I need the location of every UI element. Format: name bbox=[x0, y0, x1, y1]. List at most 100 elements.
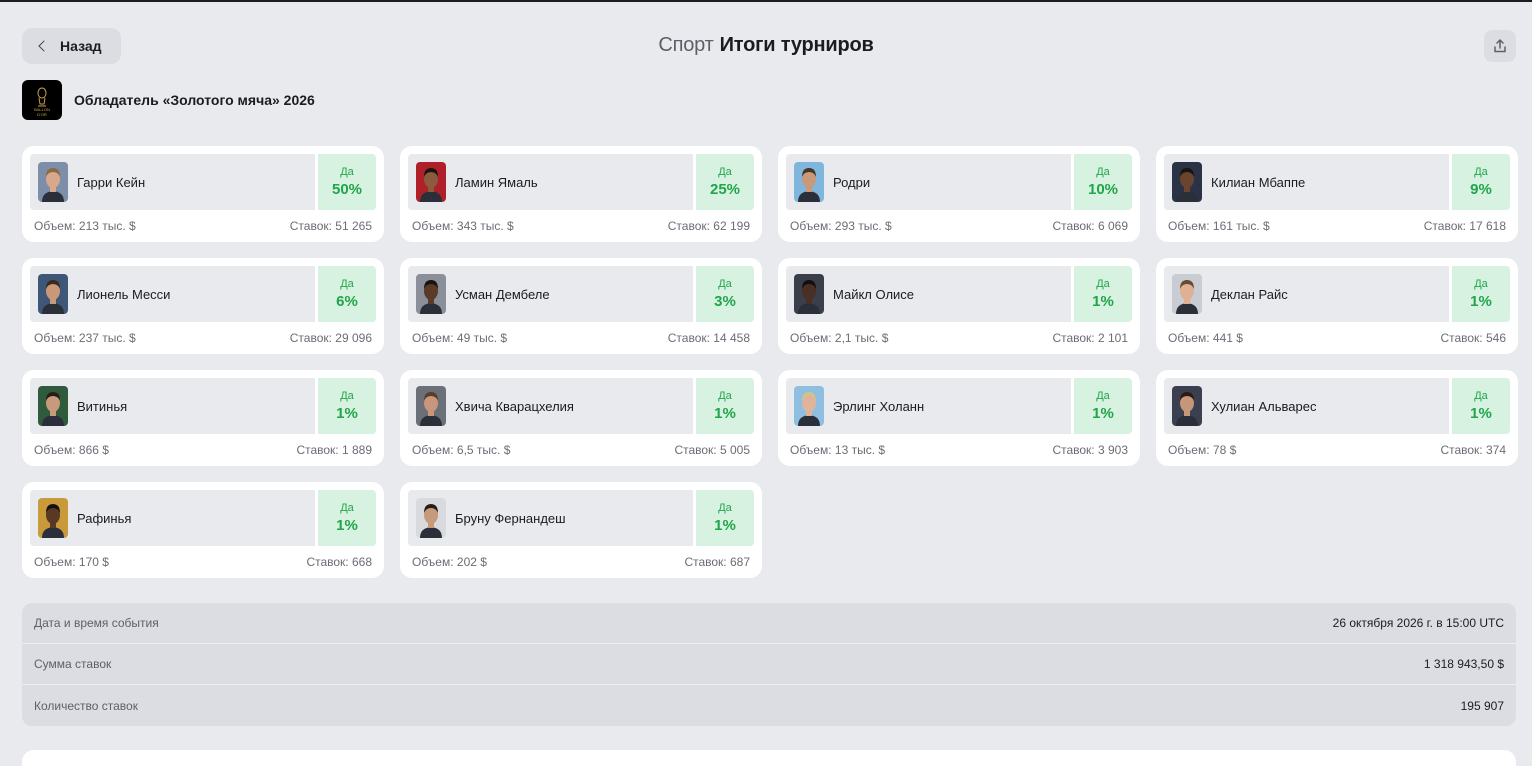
yes-label: Да bbox=[1096, 166, 1110, 178]
volume-text: Объем: 343 тыс. $ bbox=[412, 219, 514, 233]
yes-label: Да bbox=[718, 502, 732, 514]
bets-count-text: Ставок: 546 bbox=[1440, 331, 1506, 345]
share-button[interactable] bbox=[1484, 30, 1516, 62]
info-value: 195 907 bbox=[1460, 698, 1504, 713]
player-name: Килиан Мбаппе bbox=[1211, 174, 1306, 190]
ballon-dor-logo: BALLON D'OR bbox=[34, 87, 50, 117]
event-logo: BALLON D'OR bbox=[22, 80, 62, 120]
bets-count-text: Ставок: 29 096 bbox=[289, 331, 372, 345]
player-button[interactable]: Усман Дембеле bbox=[408, 266, 693, 322]
player-photo-icon bbox=[416, 162, 446, 202]
player-avatar bbox=[38, 274, 68, 314]
yes-probability: 25% bbox=[709, 181, 741, 198]
bets-count-text: Ставок: 687 bbox=[684, 555, 750, 569]
yes-button[interactable]: Да 1% bbox=[696, 490, 754, 546]
player-name: Деклан Райс bbox=[1211, 286, 1288, 302]
bets-count-text: Ставок: 2 101 bbox=[1052, 331, 1128, 345]
yes-button[interactable]: Да 1% bbox=[1074, 378, 1132, 434]
player-button[interactable]: Витинья bbox=[30, 378, 315, 434]
yes-probability: 1% bbox=[714, 405, 736, 422]
yes-label: Да bbox=[340, 278, 354, 290]
yes-button[interactable]: Да 1% bbox=[318, 378, 376, 434]
player-button[interactable]: Эрлинг Холанн bbox=[786, 378, 1071, 434]
volume-text: Объем: 866 $ bbox=[34, 443, 109, 457]
outcome-card: Хвича Кварацхелия Да 1% Объем: 6,5 тыс. … bbox=[400, 370, 762, 466]
outcome-stats: Объем: 78 $ Ставок: 374 bbox=[1164, 443, 1510, 457]
outcome-row: Хвича Кварацхелия Да 1% bbox=[408, 378, 754, 434]
yes-probability: 1% bbox=[336, 517, 358, 534]
outcome-card: Ламин Ямаль Да 25% Объем: 343 тыс. $ Ста… bbox=[400, 146, 762, 242]
yes-button[interactable]: Да 9% bbox=[1452, 154, 1510, 210]
yes-label: Да bbox=[718, 166, 732, 178]
yes-button[interactable]: Да 25% bbox=[696, 154, 754, 210]
yes-button[interactable]: Да 1% bbox=[1074, 266, 1132, 322]
yes-button[interactable]: Да 3% bbox=[696, 266, 754, 322]
page-category: Спорт bbox=[658, 34, 714, 56]
yes-button[interactable]: Да 6% bbox=[318, 266, 376, 322]
player-photo-icon bbox=[38, 274, 68, 314]
outcome-card: Витинья Да 1% Объем: 866 $ Ставок: 1 889 bbox=[22, 370, 384, 466]
player-avatar bbox=[794, 162, 824, 202]
bottom-panel bbox=[22, 750, 1516, 766]
info-value: 26 октября 2026 г. в 15:00 UTC bbox=[1332, 616, 1504, 630]
yes-button[interactable]: Да 10% bbox=[1074, 154, 1132, 210]
player-name: Бруну Фернандеш bbox=[455, 510, 566, 526]
yes-button[interactable]: Да 1% bbox=[696, 378, 754, 434]
outcome-card: Усман Дембеле Да 3% Объем: 49 тыс. $ Ста… bbox=[400, 258, 762, 354]
yes-label: Да bbox=[718, 390, 732, 402]
player-button[interactable]: Лионель Месси bbox=[30, 266, 315, 322]
outcomes-grid: Гарри Кейн Да 50% Объем: 213 тыс. $ Став… bbox=[22, 146, 1518, 578]
outcome-card: Деклан Райс Да 1% Объем: 441 $ Ставок: 5… bbox=[1156, 258, 1518, 354]
player-button[interactable]: Ламин Ямаль bbox=[408, 154, 693, 210]
bets-count-text: Ставок: 668 bbox=[306, 555, 372, 569]
player-avatar bbox=[416, 274, 446, 314]
share-icon bbox=[1494, 39, 1506, 53]
volume-text: Объем: 213 тыс. $ bbox=[34, 219, 136, 233]
player-avatar bbox=[416, 162, 446, 202]
player-name: Ламин Ямаль bbox=[455, 174, 538, 190]
bets-count-text: Ставок: 62 199 bbox=[667, 219, 750, 233]
player-button[interactable]: Майкл Олисе bbox=[786, 266, 1071, 322]
outcome-stats: Объем: 293 тыс. $ Ставок: 6 069 bbox=[786, 219, 1132, 233]
yes-probability: 10% bbox=[1087, 181, 1119, 198]
player-name: Лионель Месси bbox=[77, 286, 171, 302]
player-button[interactable]: Хвича Кварацхелия bbox=[408, 378, 693, 434]
outcome-stats: Объем: 13 тыс. $ Ставок: 3 903 bbox=[786, 443, 1132, 457]
outcome-card: Хулиан Альварес Да 1% Объем: 78 $ Ставок… bbox=[1156, 370, 1518, 466]
outcome-card: Эрлинг Холанн Да 1% Объем: 13 тыс. $ Ста… bbox=[778, 370, 1140, 466]
bets-count-text: Ставок: 5 005 bbox=[674, 443, 750, 457]
player-avatar bbox=[1172, 386, 1202, 426]
player-avatar bbox=[416, 386, 446, 426]
yes-probability: 1% bbox=[714, 517, 736, 534]
player-button[interactable]: Килиан Мбаппе bbox=[1164, 154, 1449, 210]
player-button[interactable]: Бруну Фернандеш bbox=[408, 490, 693, 546]
yes-probability: 1% bbox=[1092, 405, 1114, 422]
player-button[interactable]: Хулиан Альварес bbox=[1164, 378, 1449, 434]
outcome-row: Лионель Месси Да 6% bbox=[30, 266, 376, 322]
outcome-stats: Объем: 237 тыс. $ Ставок: 29 096 bbox=[30, 331, 376, 345]
yes-button[interactable]: Да 1% bbox=[1452, 266, 1510, 322]
outcome-stats: Объем: 441 $ Ставок: 546 bbox=[1164, 331, 1510, 345]
player-avatar bbox=[794, 386, 824, 426]
yes-button[interactable]: Да 1% bbox=[318, 490, 376, 546]
info-label: Дата и время события bbox=[34, 616, 159, 630]
volume-text: Объем: 441 $ bbox=[1168, 331, 1243, 345]
player-button[interactable]: Рафинья bbox=[30, 490, 315, 546]
player-button[interactable]: Родри bbox=[786, 154, 1071, 210]
bets-count-text: Ставок: 1 889 bbox=[296, 443, 372, 457]
player-photo-icon bbox=[794, 386, 824, 426]
player-button[interactable]: Деклан Райс bbox=[1164, 266, 1449, 322]
player-photo-icon bbox=[416, 386, 446, 426]
player-photo-icon bbox=[38, 386, 68, 426]
player-button[interactable]: Гарри Кейн bbox=[30, 154, 315, 210]
outcome-card: Килиан Мбаппе Да 9% Объем: 161 тыс. $ Ст… bbox=[1156, 146, 1518, 242]
yes-label: Да bbox=[340, 502, 354, 514]
yes-probability: 1% bbox=[1470, 293, 1492, 310]
yes-button[interactable]: Да 50% bbox=[318, 154, 376, 210]
yes-label: Да bbox=[1474, 390, 1488, 402]
volume-text: Объем: 13 тыс. $ bbox=[790, 443, 886, 457]
outcome-stats: Объем: 866 $ Ставок: 1 889 bbox=[30, 443, 376, 457]
outcome-stats: Объем: 213 тыс. $ Ставок: 51 265 bbox=[30, 219, 376, 233]
yes-button[interactable]: Да 1% bbox=[1452, 378, 1510, 434]
player-avatar bbox=[38, 498, 68, 538]
